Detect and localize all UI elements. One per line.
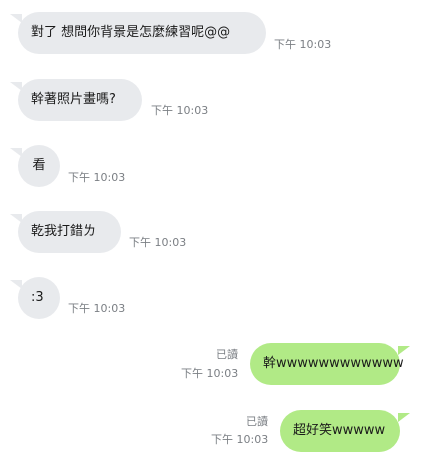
message-text: 看 <box>32 158 46 173</box>
message-text: 乾我打錯ㄌ <box>31 224 97 239</box>
message-text: 幹著照片畫嗎? <box>31 92 116 107</box>
message-time: 下午 10:03 <box>274 38 332 51</box>
message-bubble-incoming[interactable]: 對了 想問你背景是怎麼練習呢@@ <box>18 12 266 54</box>
message-bubble-outgoing[interactable]: 幹wwwwwwwwwwww <box>250 343 404 385</box>
message-bubble-incoming[interactable]: 乾我打錯ㄌ <box>18 211 121 253</box>
message-bubble-incoming[interactable]: :3 <box>18 277 60 319</box>
message-text: 超好笑wwwww <box>293 423 386 438</box>
message-text: 對了 想問你背景是怎麼練習呢@@ <box>31 25 231 40</box>
message-bubble-incoming[interactable]: 看 <box>18 145 60 187</box>
message-bubble-outgoing[interactable]: 超好笑wwwww <box>280 410 400 452</box>
read-receipt: 已讀 <box>246 415 268 428</box>
message-bubble-incoming[interactable]: 幹著照片畫嗎? <box>18 79 142 121</box>
message-time: 下午 10:03 <box>68 171 126 184</box>
read-receipt: 已讀 <box>216 348 238 361</box>
message-text: :3 <box>31 290 44 305</box>
message-time: 下午 10:03 <box>151 104 209 117</box>
message-time: 下午 10:03 <box>181 367 239 380</box>
message-time: 下午 10:03 <box>68 302 126 315</box>
message-text: 幹wwwwwwwwwwww <box>263 356 404 371</box>
bubble-tail <box>398 346 410 355</box>
message-time: 下午 10:03 <box>211 433 269 446</box>
chat-message-list[interactable]: 對了 想問你背景是怎麼練習呢@@ 下午 10:03 幹著照片畫嗎? 下午 10:… <box>0 0 422 472</box>
bubble-tail <box>398 413 410 422</box>
message-time: 下午 10:03 <box>129 236 187 249</box>
